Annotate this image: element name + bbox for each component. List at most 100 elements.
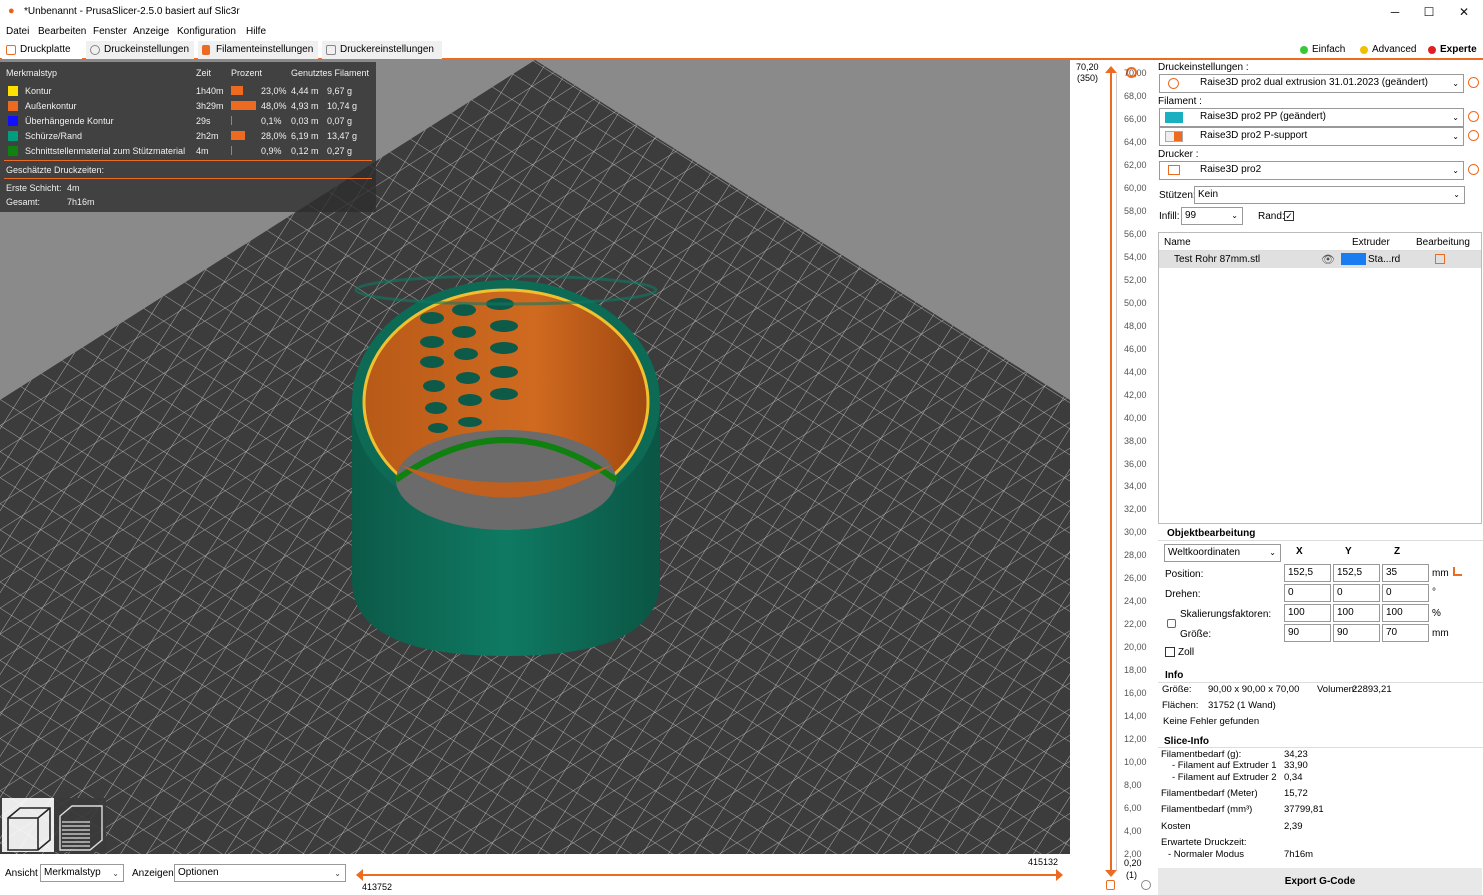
printer-icon: [326, 45, 336, 55]
percent-bar: [231, 131, 245, 140]
title-bar: ● *Unbenannt - PrusaSlicer-2.5.0 basiert…: [0, 0, 1483, 24]
scale-z-input[interactable]: 100: [1382, 604, 1429, 622]
layer-tick-label: 58,00: [1124, 205, 1147, 216]
edit-printer-icon[interactable]: [1468, 164, 1479, 175]
tab-druckeinstellungen[interactable]: Druckeinstellungen: [86, 41, 194, 59]
bottom-layer-number: (1): [1126, 870, 1137, 880]
bottom-layer-height: 0,20: [1124, 858, 1142, 868]
total-value: 7h16m: [67, 197, 95, 207]
percent-bar: [231, 86, 243, 95]
menu-datei[interactable]: Datei: [6, 26, 29, 37]
rotate-x-input[interactable]: 0: [1284, 584, 1331, 602]
mode-label: Experte: [1440, 44, 1477, 55]
select-value: Kein: [1198, 189, 1219, 200]
rotate-unit: °: [1432, 587, 1436, 598]
legend-grams: 13,47 g: [327, 131, 358, 141]
lock-icon[interactable]: [1167, 619, 1176, 628]
preview-layers-icon[interactable]: [54, 798, 106, 852]
tab-druckplatte[interactable]: Druckplatte: [2, 41, 82, 59]
filament1-select[interactable]: Raise3D pro2 PP (geändert) ⌄: [1159, 108, 1464, 127]
menu-hilfe[interactable]: Hilfe: [246, 26, 266, 37]
size-x-input[interactable]: 90: [1284, 624, 1331, 642]
percent-bar: [231, 101, 256, 110]
minimize-button[interactable]: ─: [1377, 0, 1413, 24]
upper-thumb-icon[interactable]: [1105, 66, 1117, 73]
edit-filament2-icon[interactable]: [1468, 130, 1479, 141]
slice-info-value: 34,23: [1284, 749, 1308, 760]
filament-color-swatch: [1165, 131, 1183, 142]
maximize-button[interactable]: ☐: [1411, 0, 1447, 24]
print-settings-select[interactable]: Raise3D pro2 dual extrusion 31.01.2023 (…: [1159, 74, 1464, 93]
coordinate-system-select[interactable]: Weltkoordinaten ⌄: [1164, 544, 1281, 562]
select-value: 99: [1185, 210, 1197, 221]
position-z-input[interactable]: 35: [1382, 564, 1429, 582]
mode-experte[interactable]: Experte: [1428, 43, 1477, 57]
show-options-select[interactable]: Optionen ⌄: [174, 864, 346, 882]
inch-checkbox[interactable]: [1165, 647, 1175, 657]
menu-anzeige[interactable]: Anzeige: [133, 26, 169, 37]
select-value: Raise3D pro2 PP (geändert): [1200, 111, 1326, 122]
menu-bar: Datei Bearbeiten Fenster Anzeige Konfigu…: [0, 24, 1483, 40]
rotate-y-input[interactable]: 0: [1333, 584, 1380, 602]
percent-bar: [231, 116, 232, 125]
slice-info-value: 33,90: [1284, 760, 1308, 771]
legend-grams: 0,07 g: [327, 116, 353, 126]
h-slider-max-value: 415132: [1028, 857, 1059, 867]
legend-grams: 0,27 g: [327, 146, 353, 156]
infill-select[interactable]: 99 ⌄: [1181, 207, 1243, 225]
lower-thumb-icon[interactable]: [1105, 870, 1117, 877]
divider: [1158, 540, 1483, 541]
position-x-input[interactable]: 152,5: [1284, 564, 1331, 582]
lock-icon[interactable]: [1106, 880, 1115, 890]
select-value: Raise3D pro2 dual extrusion 31.01.2023 (…: [1200, 77, 1428, 88]
layer-tick-label: 48,00: [1124, 320, 1147, 331]
prusaslicer-logo-icon: ●: [8, 5, 15, 17]
supports-select[interactable]: Kein ⌄: [1194, 186, 1465, 204]
slider-right-thumb-icon[interactable]: [1056, 869, 1063, 881]
slider-track[interactable]: [1110, 70, 1112, 874]
tab-druckereinstellungen[interactable]: Druckereinstellungen: [322, 41, 442, 59]
edit-print-settings-icon[interactable]: [1468, 77, 1479, 88]
drop-to-bed-icon[interactable]: [1453, 567, 1462, 576]
3d-view-icon[interactable]: [2, 798, 52, 852]
legend-percent: 48,0%: [261, 101, 287, 111]
mode-einfach[interactable]: Einfach: [1300, 43, 1345, 57]
scale-y-input[interactable]: 100: [1333, 604, 1380, 622]
rotate-z-input[interactable]: 0: [1382, 584, 1429, 602]
object-list: Name Extruder Bearbeitung Test Rohr 87mm…: [1158, 232, 1482, 524]
layer-tick-label: 28,00: [1124, 550, 1147, 561]
edit-filament1-icon[interactable]: [1468, 111, 1479, 122]
spool-icon: [202, 45, 210, 55]
printer-select[interactable]: Raise3D pro2 ⌄: [1159, 161, 1464, 180]
settings-icon[interactable]: [1141, 880, 1151, 890]
object-row[interactable]: Test Rohr 87mm.stl 👁 Sta...rd: [1159, 251, 1481, 268]
layer-tick-label: 4,00: [1124, 826, 1142, 837]
view-type-select[interactable]: Merkmalstyp ⌄: [40, 864, 124, 882]
tab-filamenteinstellungen[interactable]: Filamenteinstellungen: [198, 41, 318, 59]
export-gcode-button[interactable]: Export G-Code: [1158, 868, 1482, 895]
menu-konfiguration[interactable]: Konfiguration: [177, 26, 236, 37]
divider: [4, 178, 372, 179]
col-extruder: Extruder: [1352, 237, 1390, 248]
scale-unit: %: [1432, 608, 1441, 619]
menu-fenster[interactable]: Fenster: [93, 26, 127, 37]
filament2-select[interactable]: Raise3D pro2 P-support ⌄: [1159, 127, 1464, 146]
size-y-input[interactable]: 90: [1333, 624, 1380, 642]
horizontal-slider-track[interactable]: [358, 874, 1060, 876]
brim-checkbox[interactable]: ✓: [1284, 211, 1294, 221]
plater-icon: [6, 45, 16, 55]
position-y-input[interactable]: 152,5: [1333, 564, 1380, 582]
edit-object-icon[interactable]: [1435, 254, 1445, 264]
supports-label: Stützen:: [1159, 190, 1196, 201]
size-z-input[interactable]: 70: [1382, 624, 1429, 642]
select-value: Merkmalstyp: [44, 867, 101, 878]
close-button[interactable]: ✕: [1446, 0, 1482, 24]
select-value: Optionen: [178, 867, 219, 878]
extruder-value[interactable]: Sta...rd: [1368, 254, 1400, 265]
menu-bearbeiten[interactable]: Bearbeiten: [38, 26, 86, 37]
layer-tick-label: 46,00: [1124, 343, 1147, 354]
scale-x-input[interactable]: 100: [1284, 604, 1331, 622]
eye-icon[interactable]: 👁: [1321, 253, 1335, 266]
slider-left-thumb-icon[interactable]: [356, 869, 363, 881]
mode-advanced[interactable]: Advanced: [1360, 43, 1416, 57]
